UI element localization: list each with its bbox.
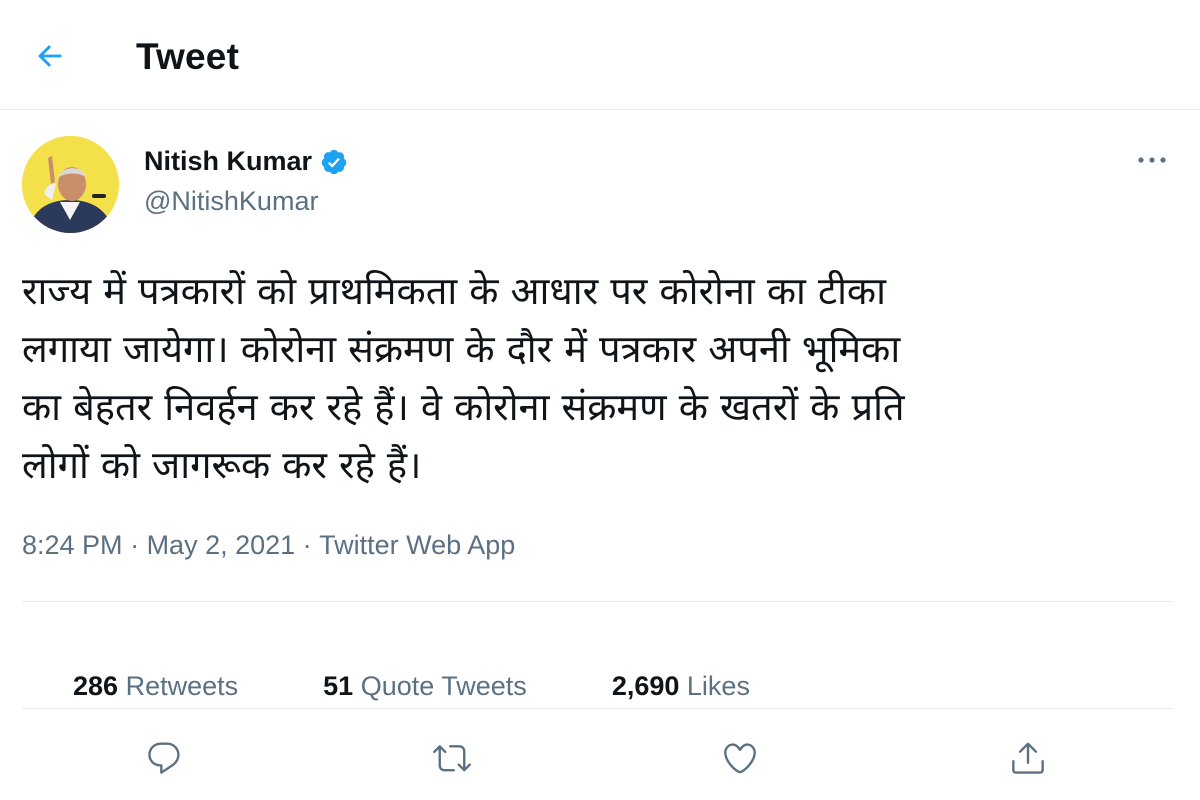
verified-badge-icon — [321, 149, 347, 174]
arrow-left-icon — [38, 45, 62, 67]
likes-stat[interactable]: 2,690 Likes — [567, 640, 750, 733]
tweet-source[interactable]: Twitter Web App — [319, 530, 515, 561]
reply-icon — [148, 742, 180, 774]
more-horizontal-icon — [1138, 157, 1166, 163]
retweets-stat[interactable]: 286 Retweets — [28, 640, 238, 733]
retweet-button[interactable] — [428, 734, 476, 782]
tweet-time[interactable]: 8:24 PM — [22, 530, 123, 561]
retweets-label: Retweets — [118, 671, 239, 701]
quote-tweets-label: Quote Tweets — [353, 671, 527, 701]
reply-button[interactable] — [140, 734, 188, 782]
author-handle[interactable]: @NitishKumar — [144, 186, 318, 217]
back-button[interactable] — [28, 34, 72, 78]
retweet-icon — [433, 745, 471, 772]
tweet-page: Tweet Nitish Kumar @NitishKumar राज्य मे… — [0, 0, 1200, 800]
author-name[interactable]: Nitish Kumar — [144, 146, 348, 177]
meta-separator: · — [295, 530, 320, 560]
share-icon — [1012, 742, 1044, 774]
tweet-stats: 286 Retweets 51 Quote Tweets 2,690 Likes — [28, 640, 750, 733]
quote-tweets-count: 51 — [323, 671, 354, 701]
more-options-button[interactable] — [1130, 142, 1174, 178]
heart-icon — [724, 743, 756, 774]
quote-tweets-stat[interactable]: 51 Quote Tweets — [278, 640, 527, 733]
page-title: Tweet — [136, 36, 240, 77]
page-header: Tweet — [0, 0, 1200, 110]
tweet-meta: 8:24 PM · May 2, 2021 · Twitter Web App — [22, 530, 515, 561]
divider — [22, 601, 1172, 602]
avatar[interactable] — [22, 136, 119, 233]
meta-separator: · — [122, 530, 147, 560]
tweet-date[interactable]: May 2, 2021 — [147, 530, 296, 561]
avatar-image — [22, 136, 119, 233]
likes-label: Likes — [679, 671, 750, 701]
tweet-text: राज्य में पत्रकारों को प्राथमिकता के आधा… — [22, 269, 905, 487]
share-button[interactable] — [1004, 734, 1052, 782]
likes-count: 2,690 — [611, 671, 680, 701]
retweets-count: 286 — [73, 671, 119, 701]
author-name-label: Nitish Kumar — [144, 146, 313, 176]
divider — [22, 708, 1172, 709]
like-button[interactable] — [716, 734, 764, 782]
